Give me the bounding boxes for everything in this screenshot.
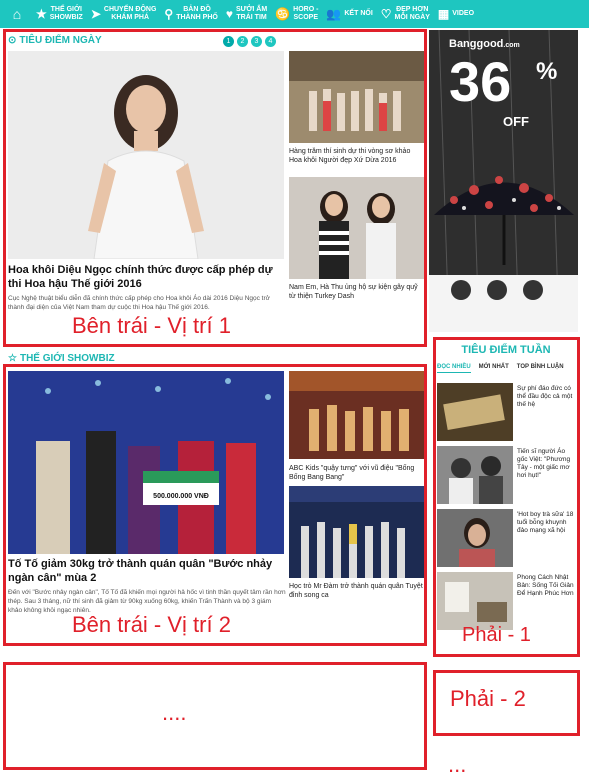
overlay-label-right-1: Phải - 1 [462,624,531,646]
heart-hands-icon: ♥ [225,7,233,21]
top-nav: ⌂ ★ THẾ GIỚI SHOWBIZ ➤ CHUYẾN ĐỘNG KHÁM PHÁ … [0,0,589,28]
overlay-label-left-1: Bên trái - Vị trí 1 [72,313,231,338]
nav-item-showbiz[interactable]: ★ THẾ GIỚI SHOWBIZ [36,6,83,22]
advertisement-banner[interactable]: Banggood.com 36 % OFF [429,30,578,332]
overlay-label-left-2: Bên trái - Vị trí 2 [72,612,231,637]
list-item-thumbnail [437,572,513,630]
hero-title[interactable]: Hoa khôi Diệu Ngọc chính thức được cấp p… [8,263,286,291]
list-item[interactable]: Sự phí đáo đức có thể đầu độc cả một thế… [437,383,577,443]
hero-image-to-to[interactable]: 500.000.000 VNĐ [8,371,284,554]
side-image-abc-kids[interactable] [289,371,424,459]
prize-board-amount: 500.000.000 VNĐ [153,493,209,500]
home-icon[interactable]: ⌂ [6,0,28,28]
section-title-showbiz: ☆ THẾ GIỚI SHOWBIZ [8,353,115,364]
placeholder-left-3: .... [162,700,187,725]
tab-top-comments[interactable]: TOP BÌNH LUẬN [517,364,564,373]
star-outline-icon: ☆ [8,353,17,364]
list-item-thumbnail [437,446,513,504]
list-item-thumbnail [437,383,513,441]
horoscope-icon: ♋ [275,7,291,21]
tab-latest[interactable]: MỚI NHẤT [479,364,509,373]
side-image-nam-em[interactable] [289,177,424,279]
nav-item-video[interactable]: ▦ VIDEO [437,7,474,21]
plane-icon: ➤ [90,7,101,21]
side-image-pageant[interactable] [289,51,424,143]
showbiz-hero-description: Đến với "Bước nhảy ngàn cân", Tố Tố đã k… [8,589,286,614]
side-title-nam-em[interactable]: Nam Em, Hà Thu ủng hộ sự kiện gây quỹ từ… [289,283,424,301]
nav-item-connect[interactable]: 👥 KẾT NỐI [326,7,372,21]
placeholder-right-2: Phải - 2 [450,686,526,711]
ad-off-label: OFF [503,114,529,129]
weekly-tabs: ĐỌC NHIỀU MỚI NHẤT TOP BÌNH LUẬN [437,364,572,373]
nav-item-map[interactable]: ⚲ BẢN ĐỒ THÀNH PHỐ [164,6,217,22]
nav-item-warm-heart[interactable]: ♥ SƯỞI ẤM TRÁI TIM [226,6,267,22]
side-title-abc-kids[interactable]: ABC Kids "quậy tưng" với vũ điệu "Bống B… [289,464,424,482]
nav-item-beauty[interactable]: ♡ ĐẸP HƠN MỖI NGÀY [381,6,430,22]
nav-item-travel[interactable]: ➤ CHUYẾN ĐỘNG KHÁM PHÁ [91,6,157,22]
list-item-title: Phong Cách Nhật Bản: Sống Tối Giản Để Hạ… [517,574,574,597]
hero-description: Cục Nghệ thuật biểu diễn đã chính thức c… [8,295,270,311]
list-item-thumbnail [437,509,513,567]
list-item-title: Tiến sĩ người Áo gốc Việt: "Phương Tây -… [517,448,571,479]
hero-image-dieu-ngoc[interactable] [8,51,284,259]
carousel-pager: 1 2 3 4 [220,36,276,47]
pager-dot-4[interactable]: 4 [265,36,276,47]
clock-icon: ⊙ [8,35,17,46]
list-item[interactable]: Tiến sĩ người Áo gốc Việt: "Phương Tây -… [437,446,577,506]
side-title-mr-dam[interactable]: Học trò Mr Đàm trở thành quán quân Tuyệt… [289,582,424,600]
list-item-title: 'Hot boy trà sữa' 18 tuổi bỗng khuynh đả… [517,511,574,534]
nav-item-horoscope[interactable]: ♋ HORO - SCOPE [275,6,318,22]
ad-discount-percent: % [536,58,558,85]
list-item[interactable]: Phong Cách Nhật Bản: Sống Tối Giản Để Hạ… [437,572,577,632]
list-item[interactable]: 'Hot boy trà sữa' 18 tuổi bỗng khuynh đả… [437,509,577,569]
star-icon: ★ [36,7,47,21]
lips-icon: ♡ [380,7,392,21]
people-icon: 👥 [326,7,342,21]
side-image-mr-dam[interactable] [289,486,424,578]
video-icon: ▦ [437,7,450,21]
ad-discount-number: 36 [449,50,512,113]
placeholder-right-3: ... [448,752,467,777]
left-slot-3-frame [3,662,427,770]
pager-dot-1[interactable]: 1 [223,36,234,47]
side-title-pageant[interactable]: Hàng trăm thí sinh dự thi vòng sơ khảo H… [289,147,424,165]
list-item-title: Sự phí đáo đức có thể đầu độc cả một thế… [517,385,573,408]
pager-dot-3[interactable]: 3 [251,36,262,47]
showbiz-hero-title[interactable]: Tố Tố giảm 30kg trở thành quán quân "Bướ… [8,557,286,585]
weekly-focus-title: TIÊU ĐIỂM TUẦN [461,344,551,356]
tab-most-read[interactable]: ĐỌC NHIỀU [437,364,471,373]
pager-dot-2[interactable]: 2 [237,36,248,47]
pin-icon: ⚲ [164,7,174,21]
section-title-daily-focus: ⊙ TIÊU ĐIỂM NGÀY [8,35,102,46]
ad-brand-logo: Banggood.com [449,38,520,50]
